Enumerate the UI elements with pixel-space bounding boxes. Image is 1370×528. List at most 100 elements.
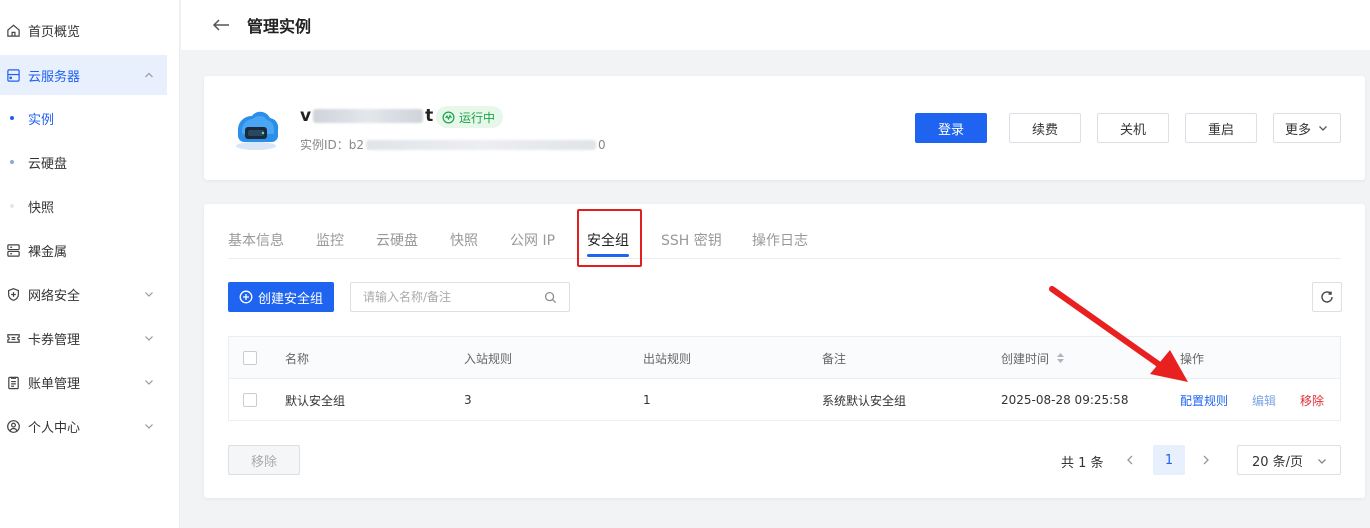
edit-link[interactable]: 编辑 bbox=[1252, 379, 1276, 421]
create-security-group-button[interactable]: 创建安全组 bbox=[228, 282, 334, 312]
select-all-cell bbox=[243, 337, 257, 379]
column-header-label: 创建时间 bbox=[1001, 351, 1050, 366]
more-label: 更多 bbox=[1284, 122, 1311, 138]
sidebar-item-network-security[interactable]: 网络安全 bbox=[0, 274, 167, 314]
status-text: 运行中 bbox=[459, 110, 496, 125]
shield-icon bbox=[6, 287, 21, 302]
cell-inbound: 3 bbox=[464, 393, 472, 407]
running-status-icon bbox=[442, 111, 455, 123]
chevron-down-icon bbox=[145, 292, 153, 297]
pagination-page-1[interactable]: 1 bbox=[1153, 445, 1185, 475]
user-icon bbox=[6, 419, 21, 434]
sidebar-item-label: 首页概览 bbox=[28, 24, 81, 40]
chevron-down-icon bbox=[145, 380, 153, 385]
column-header-created[interactable]: 创建时间 bbox=[1001, 337, 1065, 379]
sidebar-item-profile[interactable]: 个人中心 bbox=[0, 406, 167, 446]
server-icon bbox=[236, 111, 279, 150]
detail-card: 基本信息 监控 云硬盘 快照 公网 IP 安全组 SSH 密钥 操作日志 创建安… bbox=[204, 204, 1365, 498]
sidebar-item-home[interactable]: 首页概览 bbox=[0, 10, 167, 50]
row-checkbox[interactable] bbox=[243, 393, 257, 407]
tab-basic-info[interactable]: 基本信息 bbox=[228, 230, 284, 250]
tab-cloud-disk[interactable]: 云硬盘 bbox=[376, 230, 418, 250]
sidebar-item-label: 云服务器 bbox=[28, 69, 81, 85]
sidebar-item-cloud-disk[interactable]: 云硬盘 bbox=[0, 142, 167, 182]
tab-operation-log[interactable]: 操作日志 bbox=[752, 230, 808, 250]
annotation-highlight-box bbox=[577, 209, 642, 267]
remove-link[interactable]: 移除 bbox=[1300, 379, 1324, 421]
sidebar: 首页概览 云服务器 实例 云硬盘 快照 裸金属 网络安全 卡券管理 账单管理 个… bbox=[0, 0, 180, 528]
table-row: 默认安全组 3 1 系统默认安全组 2025-08-28 09:25:58 配置… bbox=[229, 379, 1340, 421]
instance-name-text: v bbox=[300, 106, 312, 126]
create-button-label: 创建安全组 bbox=[257, 291, 323, 307]
sidebar-item-label: 快照 bbox=[28, 200, 55, 216]
tab-ssh-keys[interactable]: SSH 密钥 bbox=[661, 230, 722, 250]
sidebar-item-instance[interactable]: 实例 bbox=[0, 98, 167, 138]
tab-snapshot[interactable]: 快照 bbox=[450, 230, 478, 250]
sidebar-item-label: 个人中心 bbox=[28, 420, 81, 436]
refresh-button[interactable] bbox=[1312, 282, 1342, 312]
instance-id: 实例ID：b2 0 bbox=[300, 136, 606, 153]
batch-remove-button[interactable]: 移除 bbox=[228, 445, 300, 475]
column-header-remark: 备注 bbox=[822, 351, 847, 366]
sidebar-item-label: 卡券管理 bbox=[28, 332, 81, 348]
plus-circle-icon bbox=[239, 290, 253, 304]
chevron-down-icon bbox=[1319, 126, 1327, 131]
search-box bbox=[350, 282, 570, 312]
restart-button[interactable]: 重启 bbox=[1185, 113, 1257, 143]
page-title: 管理实例 bbox=[247, 17, 312, 36]
chevron-down-icon bbox=[145, 336, 153, 341]
ticket-icon bbox=[6, 331, 21, 346]
server-rack-icon bbox=[6, 243, 21, 258]
more-dropdown[interactable]: 更多 bbox=[1273, 113, 1341, 143]
column-header-inbound: 入站规则 bbox=[464, 351, 513, 366]
sidebar-item-coupons[interactable]: 卡券管理 bbox=[0, 318, 167, 358]
bill-icon bbox=[6, 375, 21, 390]
sort-icon[interactable] bbox=[1056, 352, 1065, 364]
chevron-right-icon[interactable] bbox=[1199, 452, 1213, 468]
column-header-outbound: 出站规则 bbox=[643, 351, 692, 366]
sidebar-item-snapshot[interactable]: 快照 bbox=[0, 186, 167, 226]
page-size-select[interactable]: 20 条/页 bbox=[1237, 445, 1341, 475]
select-all-checkbox[interactable] bbox=[243, 351, 257, 365]
tab-public-ip[interactable]: 公网 IP bbox=[510, 230, 555, 250]
chevron-up-icon bbox=[145, 72, 153, 78]
sidebar-item-billing[interactable]: 账单管理 bbox=[0, 362, 167, 402]
page-header: 管理实例 bbox=[181, 0, 1370, 50]
back-arrow-icon[interactable] bbox=[211, 17, 231, 33]
shutdown-button[interactable]: 关机 bbox=[1097, 113, 1169, 143]
instance-id-label: 实例ID：b2 bbox=[300, 138, 365, 152]
instance-summary-card: v t 运行中 实例ID：b2 0 登录 续费 关机 重启 更多 bbox=[204, 76, 1365, 180]
configure-rules-link[interactable]: 配置规则 bbox=[1180, 379, 1228, 421]
instance-name: v t bbox=[300, 106, 433, 126]
table-header: 名称 入站规则 出站规则 备注 创建时间 操作 bbox=[229, 337, 1340, 379]
chevron-down-icon bbox=[1318, 459, 1326, 464]
sidebar-item-bare-metal[interactable]: 裸金属 bbox=[0, 230, 167, 270]
bullet-icon bbox=[10, 160, 14, 164]
row-select-cell bbox=[243, 379, 257, 421]
instance-id-text: 0 bbox=[598, 137, 606, 152]
cell-outbound: 1 bbox=[643, 393, 651, 407]
login-button[interactable]: 登录 bbox=[915, 113, 987, 143]
status-badge: 运行中 bbox=[436, 106, 504, 128]
renew-button[interactable]: 续费 bbox=[1009, 113, 1081, 143]
cell-remark: 系统默认安全组 bbox=[822, 393, 907, 408]
sidebar-item-label: 账单管理 bbox=[28, 376, 81, 392]
search-icon[interactable] bbox=[544, 291, 557, 304]
instance-name-text: t bbox=[425, 106, 434, 126]
sidebar-item-label: 网络安全 bbox=[28, 288, 81, 304]
sidebar-item-label: 实例 bbox=[28, 112, 55, 128]
sidebar-item-cloud-server[interactable]: 云服务器 bbox=[0, 55, 167, 95]
bullet-icon bbox=[10, 116, 14, 120]
cloud-server-icon bbox=[6, 68, 21, 83]
security-group-table: 名称 入站规则 出站规则 备注 创建时间 操作 默认安全组 3 1 系统默认安全… bbox=[228, 336, 1341, 421]
refresh-icon bbox=[1321, 291, 1333, 303]
pagination-total: 共 1 条 bbox=[1061, 456, 1104, 471]
chevron-down-icon bbox=[145, 424, 153, 429]
sidebar-item-label: 裸金属 bbox=[28, 244, 68, 260]
tab-monitoring[interactable]: 监控 bbox=[316, 230, 344, 250]
chevron-left-icon[interactable] bbox=[1123, 452, 1137, 468]
redacted-block bbox=[313, 109, 424, 123]
bullet-icon bbox=[10, 204, 14, 208]
column-header-actions: 操作 bbox=[1180, 351, 1205, 366]
search-input[interactable] bbox=[351, 283, 531, 311]
